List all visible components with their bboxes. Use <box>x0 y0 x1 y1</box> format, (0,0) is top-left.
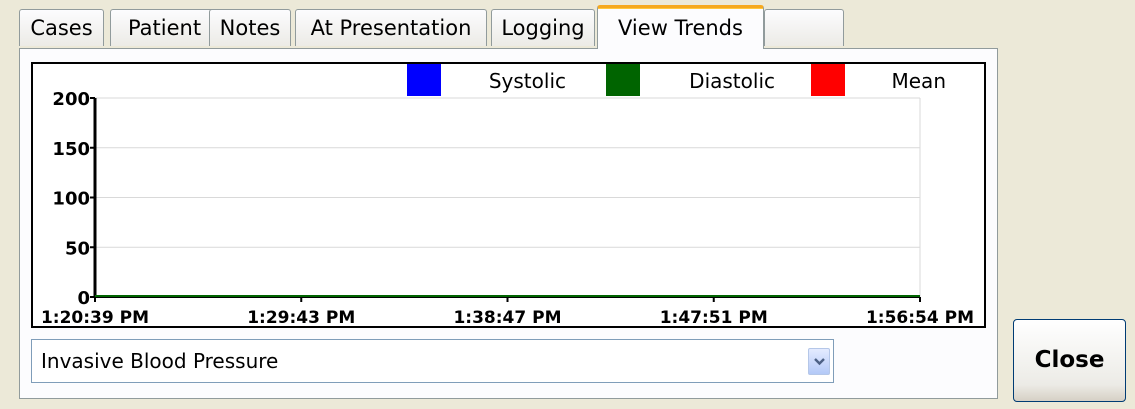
legend-label-diastolic: Diastolic <box>689 69 775 93</box>
chart-svg: 200 150 100 50 01:20:39 PM 1:29:43 PM 1:38:47 … <box>41 64 974 326</box>
legend-label-systolic: Systolic <box>489 69 566 93</box>
x-tick-label: 1:47:51 PM <box>660 308 768 326</box>
x-tick-label: 1:29:43 PM <box>247 308 355 326</box>
chevron-down-icon <box>814 358 825 366</box>
trend-type-value: Invasive Blood Pressure <box>41 349 279 373</box>
y-tick-label: 150 <box>52 139 90 160</box>
x-tick-label: 1:20:39 PM <box>41 308 149 326</box>
dropdown-button[interactable] <box>808 348 830 375</box>
close-button[interactable]: Close <box>1013 319 1126 402</box>
x-tick-label: 1:38:47 PM <box>453 308 561 326</box>
x-tick-label: 1:56:54 PM <box>866 308 974 326</box>
y-tick-label: 100 <box>52 189 90 210</box>
trend-chart: 200 150 100 50 0 1:20:39 PM 1:29:43 PM 1:38:47 … <box>31 62 986 328</box>
y-tick-label: 200 <box>52 89 90 110</box>
legend-swatch-systolic <box>407 64 441 96</box>
legend-swatch-diastolic <box>606 64 640 96</box>
tab-logging[interactable]: Logging <box>491 9 595 46</box>
tab-patient[interactable]: Patient <box>110 9 219 46</box>
tab-notes[interactable]: Notes <box>209 9 291 46</box>
tab-view-trends[interactable]: View Trends <box>597 5 764 49</box>
tab-at-presentation[interactable]: At Presentation <box>295 9 487 46</box>
y-tick-label: 0 <box>77 288 90 309</box>
y-tick-label: 50 <box>65 238 90 259</box>
tab-cases[interactable]: Cases <box>19 9 104 46</box>
tab-blank[interactable] <box>764 9 844 46</box>
trend-type-select[interactable]: Invasive Blood Pressure <box>31 339 834 383</box>
legend-swatch-mean <box>811 64 845 96</box>
legend-label-mean: Mean <box>892 69 947 93</box>
